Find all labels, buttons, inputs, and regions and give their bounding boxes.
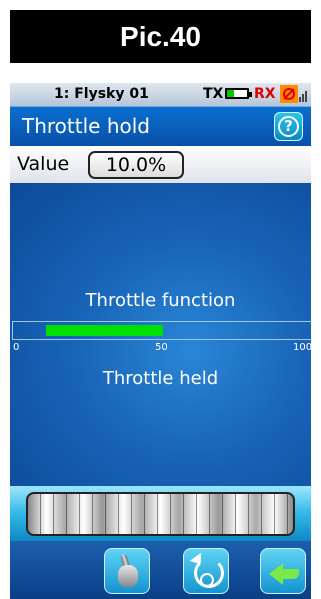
tx-label: TX (203, 86, 224, 102)
tx-battery-tip (249, 92, 252, 97)
signal-bar (305, 91, 307, 102)
title-bar: Throttle hold ? (10, 106, 311, 146)
help-icon[interactable]: ? (274, 112, 303, 141)
value-field[interactable]: 10.0% (88, 151, 184, 179)
banner-title: Pic.40 (120, 20, 201, 52)
reset-dot (200, 573, 214, 587)
tick-label-min: 0 (13, 342, 20, 353)
pic-banner: Pic.40 (10, 10, 311, 63)
throttle-function-label: Throttle function (85, 290, 236, 311)
back-arrow-shaft (282, 569, 299, 579)
signal-bar (302, 94, 304, 102)
value-roller[interactable] (26, 492, 295, 536)
signal-bars-icon (299, 88, 309, 102)
reset-button[interactable] (183, 548, 229, 594)
no-signal-icon (280, 85, 298, 103)
help-icon-glyph: ? (278, 116, 299, 137)
transmitter-screen: 1: Flysky 01 TX RX Throttle hold ? Value… (10, 83, 311, 599)
page-title: Throttle hold (22, 114, 150, 138)
roller-frame (10, 486, 311, 541)
switch-icon (118, 565, 138, 587)
throttle-held-label: Throttle held (102, 368, 219, 389)
tx-battery-icon (225, 88, 252, 99)
main-area: Throttle function 0 50 100 Throttle held (10, 183, 311, 487)
status-bar: 1: Flysky 01 TX RX (10, 83, 311, 106)
throttle-bar-fill (46, 325, 163, 336)
bottom-bar (10, 541, 311, 599)
value-label: Value (17, 153, 70, 175)
switch-button[interactable] (104, 548, 150, 594)
tick-label-max: 100 (293, 342, 311, 353)
model-name: 1: Flysky 01 (54, 86, 149, 102)
value-row: Value 10.0% (10, 146, 311, 183)
back-button[interactable] (260, 548, 306, 594)
tx-battery-fill (227, 90, 234, 97)
tick-label-mid: 50 (155, 342, 168, 353)
rx-label: RX (254, 86, 276, 102)
throttle-bar (12, 321, 311, 340)
signal-bar (299, 97, 301, 102)
back-arrow-icon (269, 563, 283, 585)
